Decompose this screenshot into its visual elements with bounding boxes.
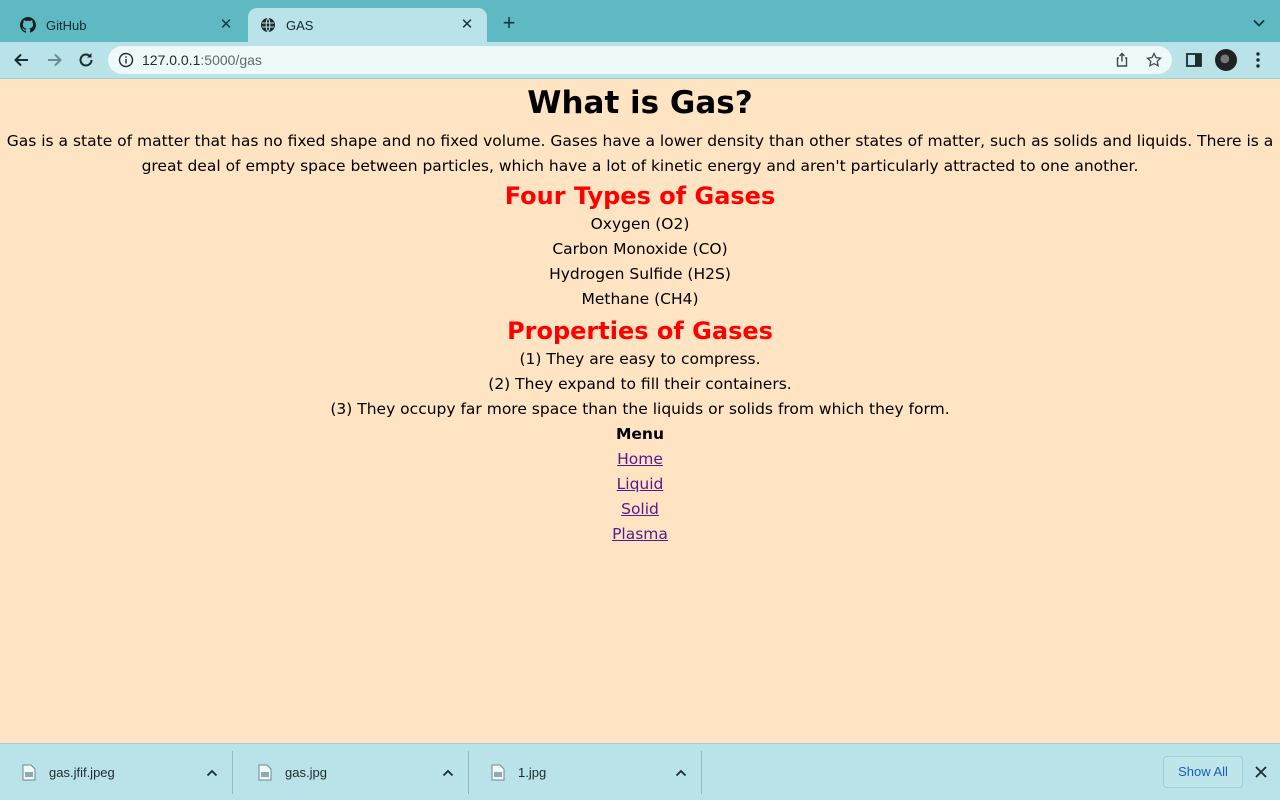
chevron-up-icon[interactable]	[441, 766, 455, 780]
chevron-up-icon[interactable]	[674, 766, 688, 780]
side-panel-icon[interactable]	[1184, 50, 1204, 70]
browser-toolbar: 127.0.0.1:5000/gas	[0, 42, 1280, 79]
bookmark-star-icon[interactable]	[1146, 52, 1162, 68]
tab-title: GAS	[286, 17, 314, 33]
page-content: What is Gas? Gas is a state of matter th…	[0, 80, 1280, 743]
download-item[interactable]: gas.jpg	[236, 744, 469, 800]
show-all-button[interactable]: Show All	[1163, 756, 1243, 788]
tab-gas[interactable]: GAS ✕	[248, 8, 487, 42]
gas-type-item: Carbon Monoxide (CO)	[552, 240, 728, 258]
chevron-up-icon[interactable]	[205, 766, 219, 780]
download-shelf: gas.jfif.jpeg gas.jpg 1.jpg Show All	[0, 743, 1280, 800]
menu-link-home[interactable]: Home	[617, 447, 663, 472]
share-icon[interactable]	[1114, 52, 1130, 68]
gas-type-item: Oxygen (O2)	[590, 215, 690, 233]
profile-avatar[interactable]	[1215, 49, 1237, 71]
close-tab-icon[interactable]: ✕	[218, 17, 234, 33]
globe-icon	[261, 17, 275, 33]
divider	[701, 751, 702, 794]
download-filename: 1.jpg	[518, 765, 547, 780]
menu-link-plasma[interactable]: Plasma	[612, 522, 668, 547]
forward-icon[interactable]	[44, 50, 64, 70]
download-filename: gas.jfif.jpeg	[49, 765, 115, 780]
properties-heading: Properties of Gases	[507, 317, 773, 345]
gas-type-item: Methane (CH4)	[581, 290, 699, 308]
types-heading: Four Types of Gases	[504, 182, 776, 210]
close-icon[interactable]	[1253, 764, 1269, 780]
chevron-down-icon[interactable]	[1252, 16, 1266, 30]
tab-strip: GitHub ✕ GAS ✕ +	[0, 0, 1280, 42]
property-item: (3) They occupy far more space than the …	[330, 400, 950, 418]
image-file-icon	[258, 764, 272, 781]
image-file-icon	[22, 764, 36, 781]
menu-title: Menu	[615, 425, 664, 443]
more-menu-icon[interactable]	[1248, 50, 1268, 70]
reload-icon[interactable]	[76, 50, 96, 70]
download-filename: gas.jpg	[285, 765, 327, 780]
new-tab-icon[interactable]: +	[498, 12, 520, 35]
tab-github[interactable]: GitHub ✕	[8, 8, 246, 42]
download-item[interactable]: 1.jpg	[469, 744, 702, 800]
intro-paragraph: Gas is a state of matter that has no fix…	[6, 132, 1274, 175]
menu-link-solid[interactable]: Solid	[621, 497, 659, 522]
back-icon[interactable]	[12, 50, 32, 70]
property-item: (1) They are easy to compress.	[519, 350, 761, 368]
github-icon	[20, 17, 36, 33]
site-info-icon[interactable]	[118, 52, 134, 68]
download-item[interactable]: gas.jfif.jpeg	[0, 744, 233, 800]
gas-type-item: Hydrogen Sulfide (H2S)	[549, 265, 731, 283]
url-text[interactable]: 127.0.0.1:5000/gas	[142, 52, 262, 68]
address-bar[interactable]: 127.0.0.1:5000/gas	[108, 46, 1172, 74]
property-item: (2) They expand to fill their containers…	[488, 375, 792, 393]
image-file-icon	[491, 764, 505, 781]
page-title: What is Gas?	[527, 85, 753, 121]
divider	[232, 751, 233, 794]
close-tab-icon[interactable]: ✕	[459, 17, 475, 33]
menu-link-liquid[interactable]: Liquid	[617, 472, 664, 497]
tab-title: GitHub	[46, 17, 87, 33]
url-path: :5000/gas	[200, 52, 262, 68]
url-host: 127.0.0.1	[142, 52, 201, 68]
